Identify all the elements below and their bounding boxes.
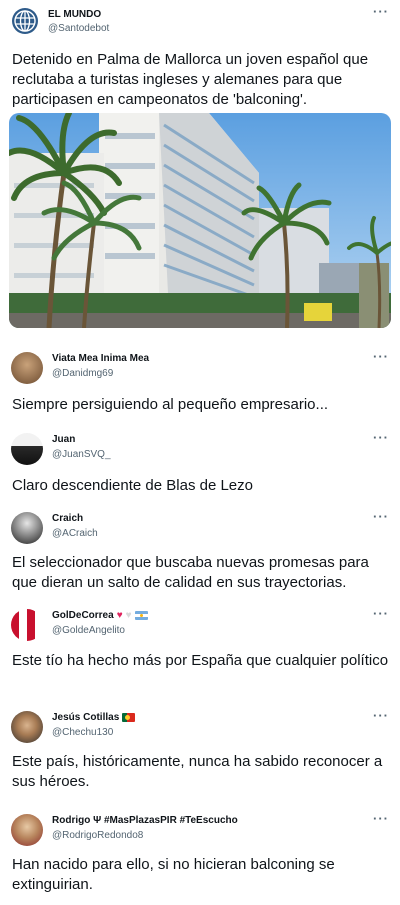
author-name-label: Juan	[52, 434, 76, 445]
author-name[interactable]: Juan	[52, 434, 75, 445]
author-name-label: Viata Mea Inima Mea	[52, 353, 150, 364]
author-handle[interactable]: @Santodebot	[48, 23, 109, 34]
more-options-icon[interactable]: ···	[373, 708, 389, 723]
tweet-text: Claro descendiente de Blas de Lezo	[12, 477, 253, 494]
tweet-text: Siempre persiguiendo al pequeño empresar…	[12, 396, 329, 413]
more-options-icon[interactable]: ···	[373, 4, 389, 19]
author-name[interactable]: EL MUNDO	[48, 9, 101, 20]
more-options-icon[interactable]: ···	[373, 811, 389, 826]
author-handle[interactable]: @Chechu130	[52, 727, 113, 738]
author-handle[interactable]: @ACraich	[52, 528, 98, 539]
portugal-flag-icon	[122, 713, 136, 722]
tweet-text: Este tío ha hecho más por España que cua…	[12, 652, 389, 669]
tweet-photo[interactable]	[9, 113, 391, 328]
author-name-label: Rodrigo Ψ #MasPlazasPIR #TeEscucho	[52, 815, 238, 826]
avatar[interactable]	[11, 7, 39, 35]
more-options-icon[interactable]: ···	[373, 606, 389, 621]
tweet-text: Este país, históricamente, nunca ha sabi…	[12, 753, 383, 790]
tweet-text: Detenido en Palma de Mallorca un joven e…	[12, 51, 369, 108]
tweet-text: Han nacido para ello, si no hicieran bal…	[12, 856, 335, 893]
author-name[interactable]: Craich	[52, 513, 83, 524]
author-handle[interactable]: @GoldeAngelito	[52, 625, 125, 636]
more-options-icon[interactable]: ···	[373, 509, 389, 524]
author-name[interactable]: Jesús Cotillas	[52, 712, 136, 723]
avatar[interactable]	[11, 433, 43, 465]
hotel-palm-photo	[9, 113, 391, 328]
avatar[interactable]	[11, 512, 43, 544]
avatar[interactable]	[11, 711, 43, 743]
tweet-text: El seleccionador que buscaba nuevas prom…	[12, 554, 369, 591]
more-options-icon[interactable]: ···	[373, 430, 389, 445]
author-name-label: Jesús Cotillas	[52, 712, 120, 723]
tweet-thread: EL MUNDO @Santodebot ··· Detenido en Pal…	[0, 0, 400, 905]
argentina-flag-icon	[134, 611, 148, 620]
more-options-icon[interactable]: ···	[373, 349, 389, 364]
white-heart-icon: ♥	[125, 609, 132, 621]
author-name-label: Craich	[52, 513, 84, 524]
avatar[interactable]	[11, 352, 43, 384]
avatar[interactable]	[11, 609, 43, 641]
author-name[interactable]: GolDeCorrea ♥ ♥	[52, 610, 148, 621]
author-handle[interactable]: @Danidmg69	[52, 368, 113, 379]
author-handle[interactable]: @JuanSVQ_	[52, 449, 111, 460]
author-handle[interactable]: @RodrigoRedondo8	[52, 830, 143, 841]
red-heart-icon: ♥	[116, 609, 123, 621]
globe-logo-icon	[12, 8, 38, 34]
author-name[interactable]: Viata Mea Inima Mea	[52, 353, 149, 364]
avatar[interactable]	[11, 814, 43, 846]
author-name[interactable]: Rodrigo Ψ #MasPlazasPIR #TeEscucho	[52, 815, 238, 826]
author-name-label: GolDeCorrea	[52, 610, 114, 621]
